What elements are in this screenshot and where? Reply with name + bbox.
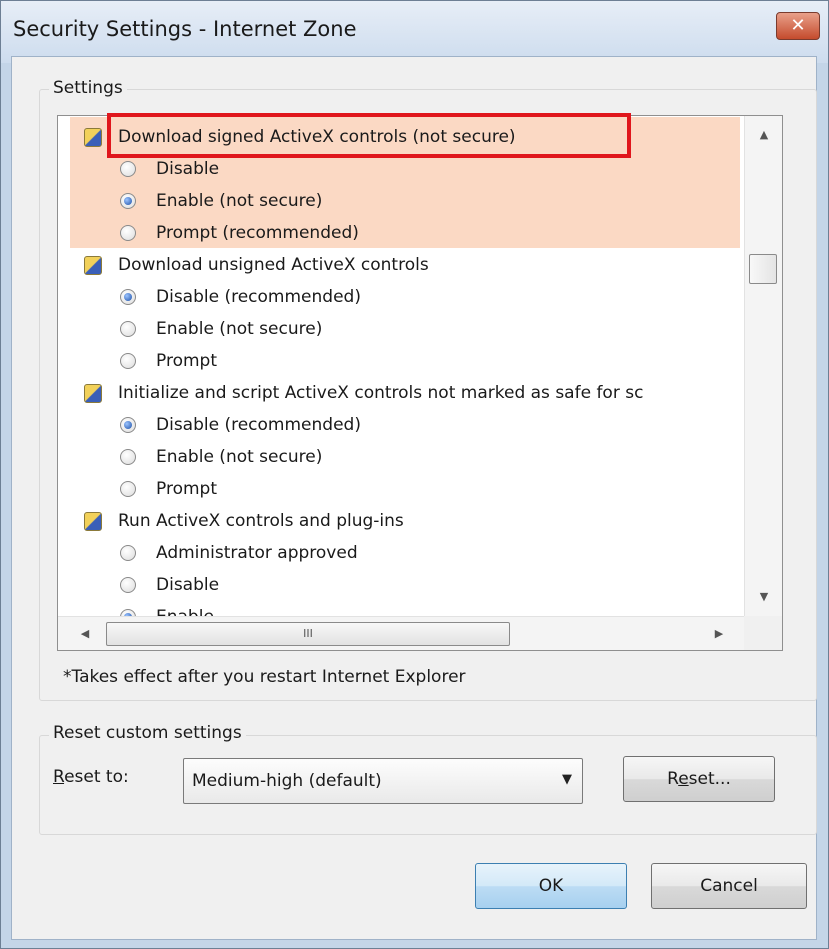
reset-to-text: eset to: [64, 767, 129, 787]
radio-icon[interactable] [120, 225, 136, 241]
setting-option[interactable]: Disable [120, 154, 220, 184]
setting-label: Administrator approved [156, 543, 358, 563]
setting-option[interactable]: Prompt [120, 346, 217, 376]
shield-icon [84, 384, 102, 403]
radio-icon[interactable] [120, 353, 136, 369]
setting-label: Prompt [156, 351, 217, 371]
radio-icon[interactable] [120, 545, 136, 561]
setting-option[interactable]: Disable (recommended) [120, 282, 361, 312]
vertical-scrollbar[interactable]: ▲ ▼ [744, 116, 782, 616]
reset-to-label: Reset to: [53, 767, 129, 787]
vertical-scroll-thumb[interactable] [749, 254, 777, 284]
settings-group-label: Settings [49, 78, 127, 98]
setting-label: Run ActiveX controls and plug-ins [118, 511, 404, 531]
setting-label: Disable (recommended) [156, 415, 361, 435]
close-icon: ✕ [790, 15, 806, 36]
scroll-right-icon[interactable]: ▶ [704, 617, 734, 650]
reset-button[interactable]: Reset... [623, 756, 775, 802]
scrollbar-corner [744, 616, 782, 650]
restart-note: *Takes effect after you restart Internet… [63, 667, 466, 687]
scroll-up-icon[interactable]: ▲ [745, 120, 782, 150]
scroll-left-icon[interactable]: ◀ [70, 617, 100, 650]
reset-button-pre: R [667, 769, 679, 789]
close-button[interactable]: ✕ [776, 12, 820, 40]
reset-level-select[interactable]: Medium-high (default) ▼ [183, 758, 583, 804]
setting-label: Prompt [156, 479, 217, 499]
setting-label: Prompt (recommended) [156, 223, 359, 243]
annotation-highlight-box [107, 113, 631, 158]
setting-option[interactable]: Disable (recommended) [120, 410, 361, 440]
setting-label: Initialize and script ActiveX controls n… [118, 383, 644, 403]
horizontal-scrollbar[interactable]: ◀ III ▶ [58, 616, 744, 650]
ok-button[interactable]: OK [475, 863, 627, 909]
setting-label: Disable (recommended) [156, 287, 361, 307]
settings-list-content: Download signed ActiveX controls (not se… [58, 116, 744, 616]
reset-group-label: Reset custom settings [49, 723, 246, 743]
setting-option[interactable]: Enable [120, 602, 214, 616]
radio-icon[interactable] [120, 481, 136, 497]
reset-button-mnemonic: e [678, 769, 689, 789]
security-settings-window: Security Settings - Internet Zone ✕ Sett… [0, 0, 829, 949]
shield-icon [84, 256, 102, 275]
title-bar[interactable]: Security Settings - Internet Zone ✕ [1, 1, 828, 63]
radio-selected-icon[interactable] [120, 193, 136, 209]
setting-header[interactable]: Download unsigned ActiveX controls [84, 250, 429, 280]
setting-option[interactable]: Enable (not secure) [120, 442, 323, 472]
radio-selected-icon[interactable] [120, 289, 136, 305]
reset-button-post: set... [688, 769, 731, 789]
setting-label: Download unsigned ActiveX controls [118, 255, 429, 275]
setting-header[interactable]: Run ActiveX controls and plug-ins [84, 506, 404, 536]
shield-icon [84, 512, 102, 531]
setting-option[interactable]: Administrator approved [120, 538, 358, 568]
radio-selected-icon[interactable] [120, 609, 136, 616]
setting-option[interactable]: Enable (not secure) [120, 314, 323, 344]
setting-option[interactable]: Enable (not secure) [120, 186, 323, 216]
shield-icon [84, 128, 102, 147]
setting-label: Enable (not secure) [156, 191, 323, 211]
setting-label: Disable [156, 159, 220, 179]
scroll-grip-icon: III [303, 627, 313, 640]
radio-selected-icon[interactable] [120, 417, 136, 433]
setting-label: Enable [156, 607, 214, 616]
cancel-button[interactable]: Cancel [651, 863, 807, 909]
reset-to-mnemonic: R [53, 767, 65, 787]
radio-icon[interactable] [120, 321, 136, 337]
settings-list[interactable]: Download signed ActiveX controls (not se… [57, 115, 783, 651]
setting-label: Disable [156, 575, 220, 595]
scroll-down-icon[interactable]: ▼ [745, 582, 782, 612]
setting-header[interactable]: Initialize and script ActiveX controls n… [84, 378, 644, 408]
radio-icon[interactable] [120, 577, 136, 593]
radio-icon[interactable] [120, 161, 136, 177]
setting-option[interactable]: Disable [120, 570, 220, 600]
setting-option[interactable]: Prompt [120, 474, 217, 504]
horizontal-scroll-thumb[interactable]: III [106, 622, 510, 646]
setting-label: Enable (not secure) [156, 447, 323, 467]
setting-label: Enable (not secure) [156, 319, 323, 339]
setting-option[interactable]: Prompt (recommended) [120, 218, 359, 248]
chevron-down-icon: ▼ [562, 772, 572, 787]
window-title: Security Settings - Internet Zone [13, 17, 357, 41]
reset-level-value: Medium-high (default) [192, 771, 382, 791]
radio-icon[interactable] [120, 449, 136, 465]
